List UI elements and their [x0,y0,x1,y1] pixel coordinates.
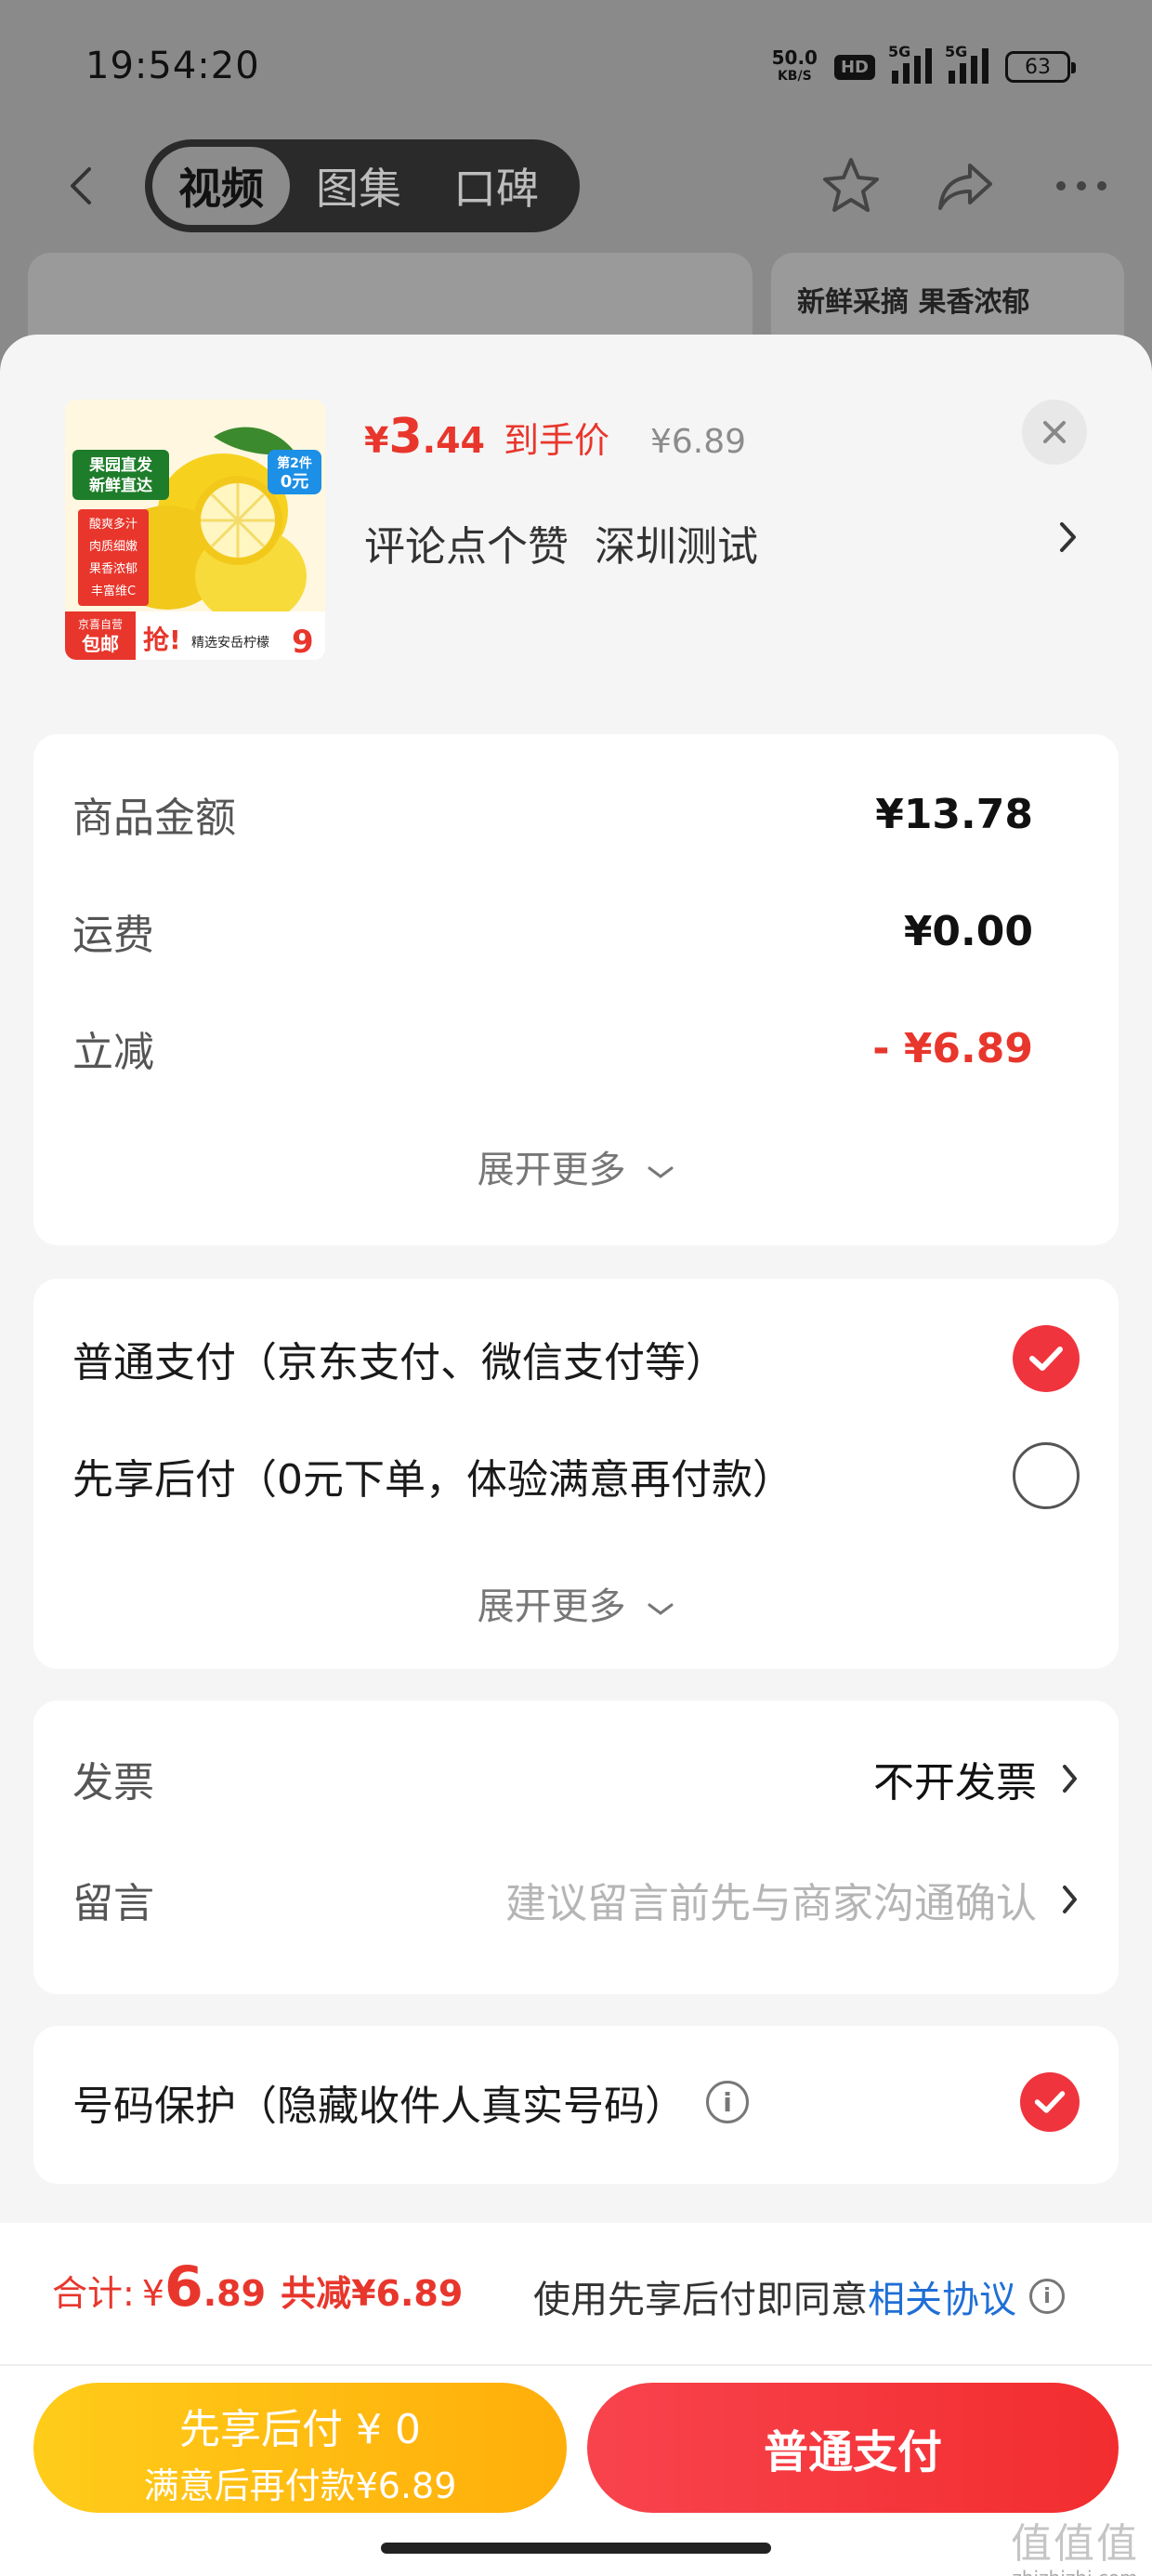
number-protection-card: 号码保护（隐藏收件人真实号码） i [33,2026,1119,2184]
svg-text:丰富维C: 丰富维C [91,584,136,598]
svg-text:新鲜直达: 新鲜直达 [89,476,152,495]
hd-icon: HD [833,54,875,80]
badge-grab-desc: 精选安岳柠檬 [191,636,269,651]
total-amount: 合计: ¥ 6 .89 共减¥6.89 [52,2254,464,2320]
amount-summary-card: 商品金额 ¥13.78 运费 ¥0.00 立减 - ¥6.89 展开更多 [33,734,1119,1245]
close-button[interactable] [1022,400,1087,465]
battery-icon: 63 [1005,51,1076,83]
nav-actions [818,152,1115,219]
total-saved: 共减¥6.89 [281,2273,464,2314]
bottom-action-bar: 合计: ¥ 6 .89 共减¥6.89 使用先享后付即同意 相关协议 i 先享后… [0,2223,1152,2576]
payment-option-pay-later[interactable]: 先享后付（0元下单，体验满意再付款） [72,1442,1080,1509]
info-icon[interactable]: i [1029,2279,1065,2314]
chevron-down-icon [648,1166,674,1178]
product-thumbnail: 果园直发 新鲜直达 第2件 0元 酸爽多汁 肉质细嫩 果香浓郁 丰富维C 京喜自… [65,400,325,660]
invoice-note-card: 发票 不开发票 留言 建议留言前先与商家沟通确认 [33,1701,1119,1994]
summary-row-discount: 立减 - ¥6.89 [72,1024,1033,1077]
badge-promo: 第2件 [277,455,312,471]
home-indicator[interactable] [381,2543,771,2554]
chevron-right-icon [1063,1765,1077,1793]
product-subtitle[interactable]: 评论点个赞 深圳测试 [364,513,784,572]
checked-icon[interactable] [1020,2072,1080,2132]
chevron-right-icon [1063,1886,1077,1913]
original-price: ¥6.89 [649,423,747,461]
normal-pay-button[interactable]: 普通支付 [587,2383,1119,2513]
radio-unchecked-icon[interactable] [1013,1442,1080,1509]
watermark: 值值值 zhizhizhi.com [1011,2520,1139,2576]
agreement-text: 使用先享后付即同意 相关协议 i [533,2269,1065,2323]
final-price: ¥3.44 [364,409,485,465]
status-time: 19:54:20 [85,45,260,87]
more-icon[interactable] [1048,152,1115,219]
svg-text:0元: 0元 [281,472,309,492]
close-icon [1043,421,1066,443]
badge-features: 酸爽多汁 [89,517,137,532]
note-row[interactable]: 留言 建议留言前先与商家沟通确认 [72,1870,1080,1929]
media-tab-switcher: 视频 图集 口碑 [145,139,580,232]
expand-more-payment[interactable]: 展开更多 [33,1576,1119,1630]
signal-icon: 5G [888,43,932,84]
final-price-label: 到手价 [503,420,609,461]
checked-icon[interactable] [1013,1325,1080,1392]
invoice-row[interactable]: 发票 不开发票 [72,1749,1080,1808]
agreement-link[interactable]: 相关协议 [868,2269,1016,2323]
badge-grab-num: 9 [292,624,314,660]
chevron-right-icon[interactable] [1057,519,1080,556]
lemon-image: 果园直发 新鲜直达 第2件 0元 酸爽多汁 肉质细嫩 果香浓郁 丰富维C 京喜自… [65,400,325,660]
badge-top-left: 果园直发 [89,455,153,475]
badge-ship-label: 京喜自营 [78,618,123,631]
expand-more-summary[interactable]: 展开更多 [33,1139,1119,1193]
share-icon[interactable] [933,152,1000,219]
signal-icon-2: 5G [945,43,988,84]
payment-method-card: 普通支付（京东支付、微信支付等） 先享后付（0元下单，体验满意再付款） 展开更多 [33,1279,1119,1669]
price-line: ¥3.44 到手价 ¥6.89 [364,409,746,465]
tab-video[interactable]: 视频 [152,147,290,225]
info-icon[interactable]: i [706,2081,749,2123]
chevron-down-icon [648,1603,674,1615]
svg-text:果香浓郁: 果香浓郁 [89,562,137,576]
product-header: 果园直发 新鲜直达 第2件 0元 酸爽多汁 肉质细嫩 果香浓郁 丰富维C 京喜自… [0,335,1152,706]
divider [0,2364,1152,2366]
tab-reviews[interactable]: 口碑 [427,147,565,225]
net-speed: 50.0 KB/S [771,46,818,84]
summary-row-goods: 商品金额 ¥13.78 [72,790,1033,843]
star-icon[interactable] [818,152,884,219]
svg-text:肉质细嫩: 肉质细嫩 [89,540,137,554]
back-arrow-icon[interactable] [59,164,104,208]
badge-ship: 包邮 [82,633,119,655]
number-protection-row: 号码保护（隐藏收件人真实号码） i [72,2072,1080,2132]
badge-grab: 抢! [143,624,181,655]
note-input[interactable]: 建议留言前先与商家沟通确认 [505,1870,1037,1929]
status-bar: 19:54:20 50.0 KB/S HD 5G 5G 63 [0,0,1152,139]
payment-option-normal[interactable]: 普通支付（京东支付、微信支付等） [72,1325,1080,1392]
pay-later-button[interactable]: 先享后付 ¥ 0 满意后再付款¥6.89 [33,2383,567,2513]
invoice-value: 不开发票 [873,1759,1037,1807]
tab-gallery[interactable]: 图集 [290,147,427,225]
summary-row-shipping: 运费 ¥0.00 [72,907,1033,960]
status-icons: 50.0 KB/S HD 5G 5G 63 [771,43,1076,85]
